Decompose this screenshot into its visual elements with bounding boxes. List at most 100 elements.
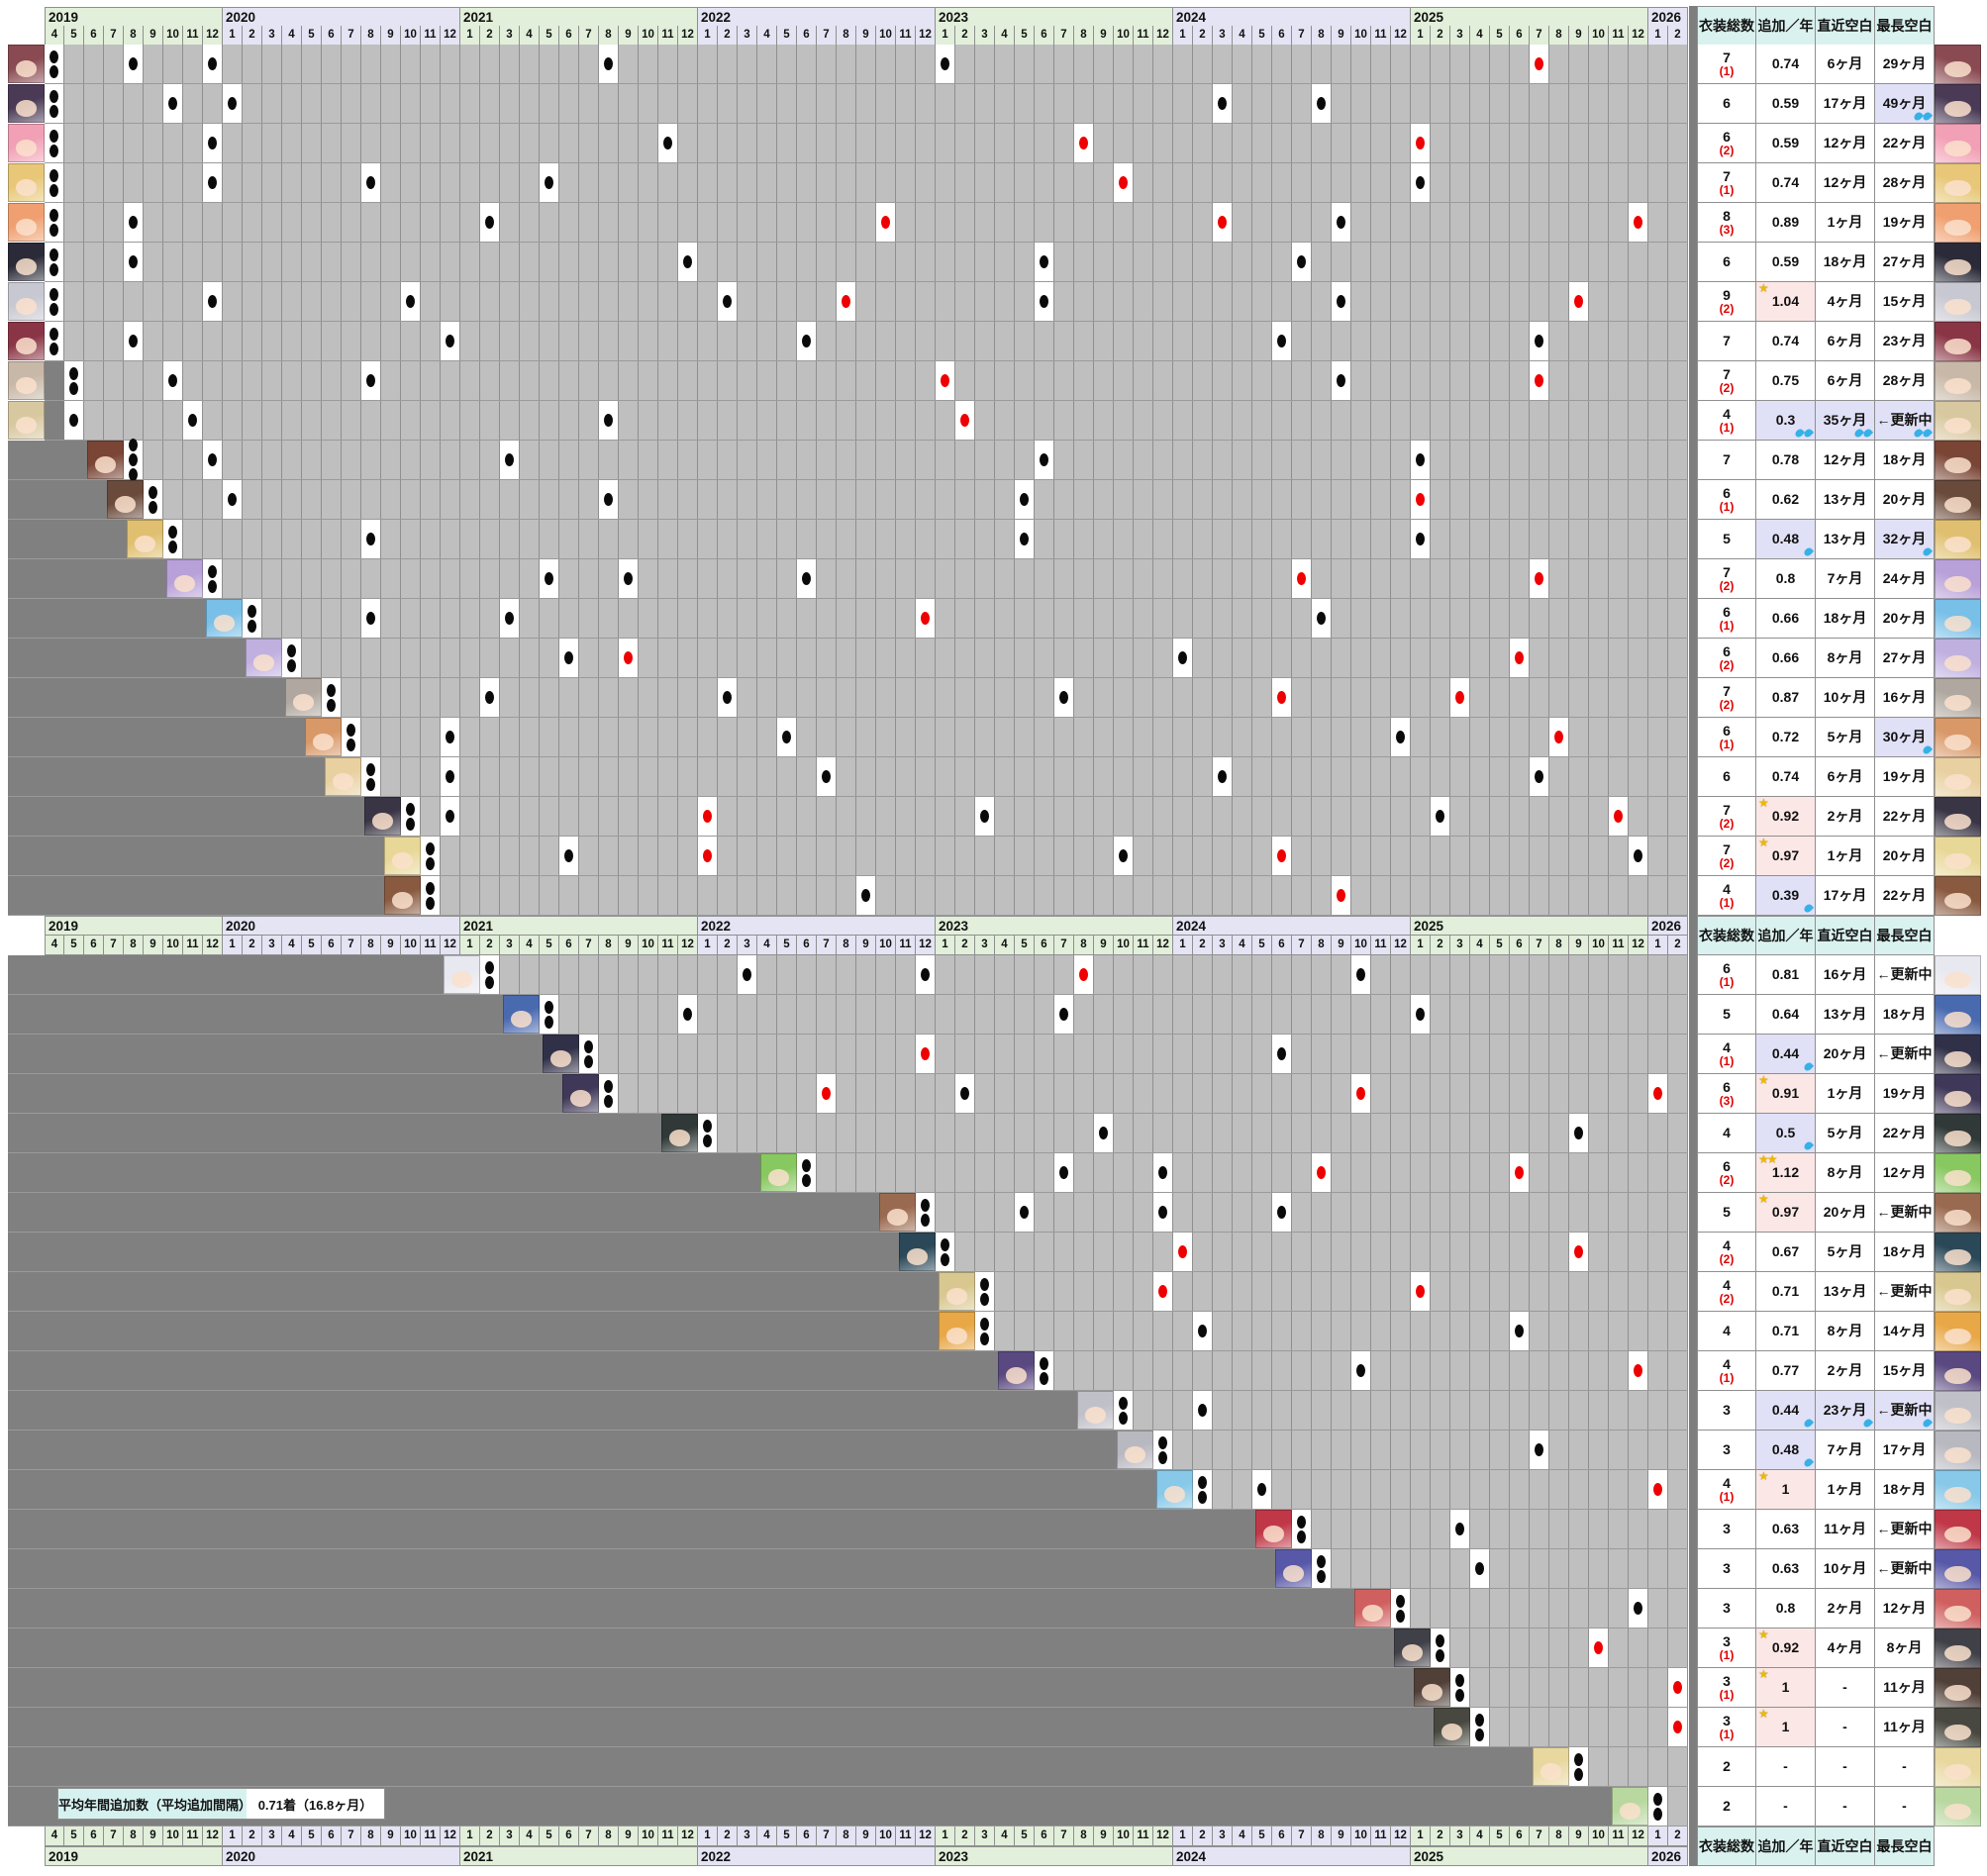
stats-header-3: 直近空白	[1816, 6, 1875, 46]
addition-month-cell	[480, 203, 499, 242]
avatar-face	[451, 971, 472, 987]
top-section-row	[45, 45, 1688, 84]
top-section-row	[45, 639, 1688, 678]
recent-count-paren: (2)	[1720, 857, 1735, 871]
avatar-face	[214, 615, 235, 631]
debut-month-cell	[144, 480, 162, 519]
costume-dot	[1535, 770, 1543, 783]
costume-dot-red	[1337, 889, 1345, 902]
pre-debut-area	[45, 1747, 1569, 1786]
avatar-face	[16, 100, 37, 116]
debut-month-cell	[1312, 1549, 1331, 1588]
costume-dot	[1099, 1127, 1108, 1139]
month-header: 2	[243, 26, 262, 46]
costume-dot-red	[1416, 1285, 1425, 1298]
stats-longest-gap: ←更新中	[1875, 1272, 1935, 1312]
avatar-face	[1944, 1249, 1970, 1266]
costume-dot-red	[1574, 1245, 1583, 1258]
addition-month-cell	[658, 124, 677, 162]
avatar-right	[1935, 1391, 1981, 1431]
month-header: 2	[1193, 26, 1213, 46]
stats-longest-gap: 11ヶ月	[1875, 1708, 1935, 1747]
top-section-row	[45, 480, 1688, 520]
total-costumes-value: 6	[1723, 643, 1731, 659]
recent-count-paren: (1)	[1720, 1649, 1735, 1663]
costume-dot-red	[1277, 849, 1286, 862]
stats-longest-gap: 27ヶ月	[1875, 639, 1935, 678]
year-header-2020: 2020	[223, 1846, 460, 1866]
costume-dot	[129, 216, 138, 229]
debut-month-cell	[540, 995, 558, 1034]
pre-debut-margin	[8, 1074, 45, 1114]
costume-dot	[980, 1333, 989, 1345]
month-header: 3	[738, 936, 757, 955]
month-header: 11	[1371, 936, 1391, 955]
total-costumes-value: 2	[1723, 1758, 1731, 1774]
addition-month-cell	[936, 45, 954, 83]
month-header: 2	[480, 1827, 500, 1846]
costume-dot	[921, 968, 930, 981]
avatar-right	[1935, 1312, 1981, 1351]
addition-month-cell	[1648, 1074, 1667, 1113]
costume-dot	[604, 57, 613, 70]
month-header: 10	[163, 936, 183, 955]
addition-month-cell	[1272, 678, 1291, 717]
costume-dot	[287, 644, 296, 657]
costume-dot	[366, 533, 375, 545]
stats-total: 4(2)	[1697, 1233, 1756, 1272]
avatar-face	[1944, 893, 1970, 910]
pre-debut-area	[45, 1153, 797, 1192]
costume-dot-red	[1297, 572, 1306, 585]
costume-dot	[1277, 1206, 1286, 1219]
stats-rate: 0.74	[1756, 757, 1816, 797]
pre-debut-margin	[8, 1312, 45, 1351]
month-header: 11	[658, 26, 678, 46]
pre-debut-area	[45, 1193, 916, 1232]
month-header: 2	[1431, 1827, 1450, 1846]
month-header: 5	[540, 26, 559, 46]
month-header: 7	[104, 26, 124, 46]
top-section-row	[45, 797, 1688, 837]
costume-dot	[248, 620, 256, 633]
total-costumes-value: 3	[1723, 1633, 1731, 1649]
addition-month-cell	[203, 441, 222, 479]
costume-dot	[802, 572, 811, 585]
debut-month-cell	[421, 837, 440, 875]
droplet-icon	[1805, 1062, 1812, 1071]
costume-dot	[861, 889, 870, 902]
addition-month-cell	[1530, 361, 1548, 400]
stats-rate: 0.78	[1756, 441, 1816, 480]
stats-recent-gap: 23ヶ月	[1816, 1391, 1875, 1431]
top-section-row	[45, 718, 1688, 757]
debut-month-cell	[322, 678, 341, 717]
addition-month-cell	[1411, 163, 1430, 202]
stats-recent-gap: 8ヶ月	[1816, 1312, 1875, 1351]
debut-month-cell	[45, 163, 63, 202]
month-header: 4	[1470, 936, 1490, 955]
recent-count-paren: (2)	[1720, 699, 1735, 713]
month-header: 4	[45, 1827, 64, 1846]
high-rate-star-icon: ★	[1758, 282, 1767, 296]
stats-total: 6(2)	[1697, 124, 1756, 163]
stats-recent-gap: 8ヶ月	[1816, 1153, 1875, 1193]
month-header: 5	[1490, 26, 1510, 46]
high-rate-star-icon: ★	[1758, 1193, 1767, 1207]
debut-month-cell	[1193, 1470, 1212, 1509]
pre-debut-margin	[8, 1510, 45, 1549]
high-rate-star-icon: ★	[1758, 837, 1767, 850]
addition-month-cell	[1648, 1470, 1667, 1509]
month-header: 9	[381, 936, 401, 955]
bottom-section-row	[45, 1233, 1688, 1272]
debut-month-cell	[163, 520, 182, 558]
month-header: 6	[322, 1827, 342, 1846]
addition-month-cell	[1193, 1312, 1212, 1350]
month-header: 4	[520, 936, 540, 955]
stats-rate: 0.59	[1756, 124, 1816, 163]
stats-longest-gap: ←更新中	[1875, 1193, 1935, 1233]
pre-debut-area	[45, 1470, 1193, 1509]
month-header: 10	[401, 1827, 421, 1846]
avatar-face	[16, 179, 37, 195]
avatar-right	[1935, 441, 1981, 480]
pre-debut-margin	[8, 1589, 45, 1629]
stats-longest-gap: 49ヶ月	[1875, 84, 1935, 124]
